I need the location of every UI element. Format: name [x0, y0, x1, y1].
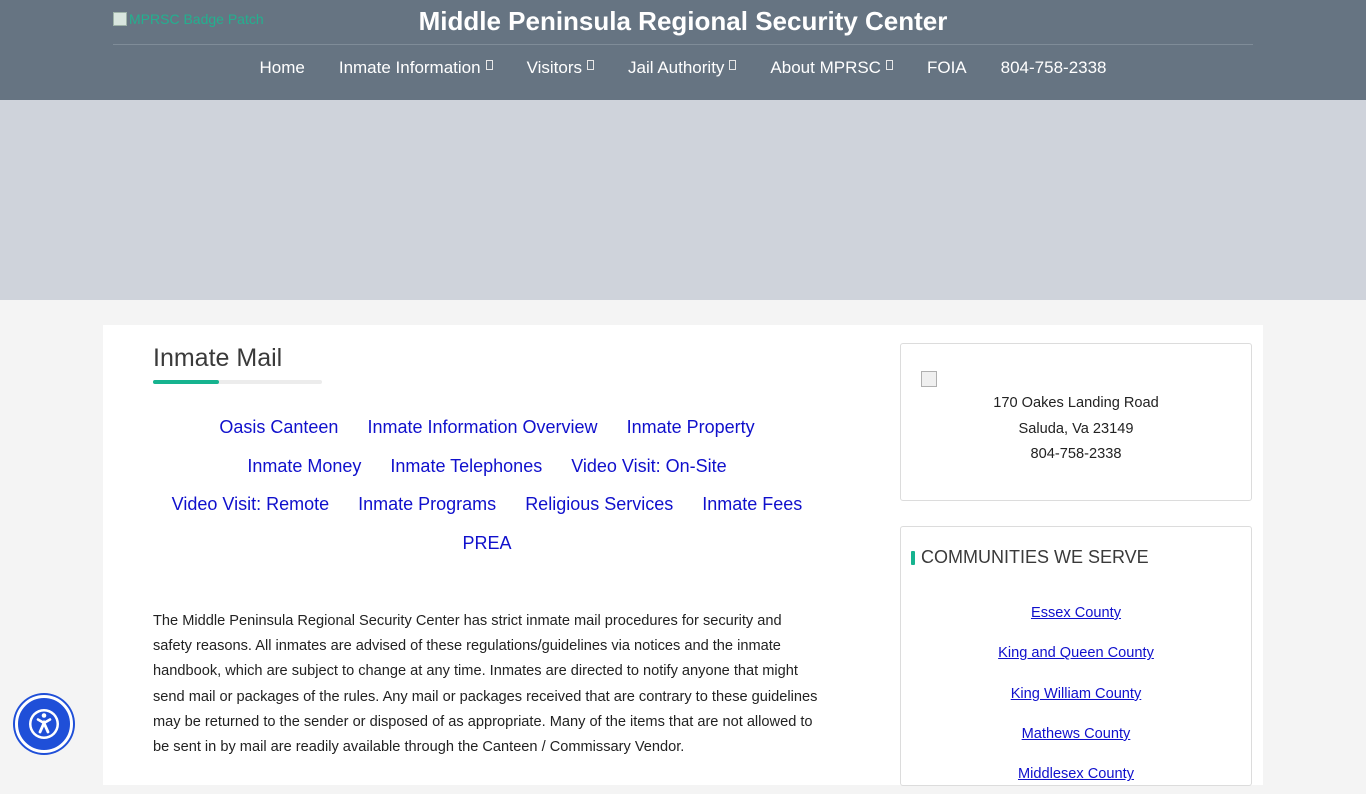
- nav-label: Jail Authority: [628, 58, 725, 77]
- hero-banner: [0, 100, 1366, 300]
- main-nav: Home Inmate Information Visitors Jail Au…: [0, 56, 1366, 80]
- section-links: Oasis Canteen Inmate Information Overvie…: [153, 408, 821, 562]
- nav-label: 804-758-2338: [1000, 58, 1107, 77]
- link-inmate-information-overview[interactable]: Inmate Information Overview: [367, 417, 597, 437]
- address-card: 170 Oakes Landing Road Saluda, Va 23149 …: [900, 343, 1252, 501]
- page-title: Inmate Mail: [153, 344, 283, 372]
- communities-heading-text: COMMUNITIES WE SERVE: [921, 547, 1149, 567]
- link-inmate-property[interactable]: Inmate Property: [627, 417, 755, 437]
- link-inmate-telephones[interactable]: Inmate Telephones: [390, 456, 542, 476]
- dropdown-icon: [587, 60, 595, 70]
- link-inmate-fees[interactable]: Inmate Fees: [702, 494, 802, 514]
- communities-heading: COMMUNITIES WE SERVE: [911, 547, 1149, 568]
- dropdown-icon: [885, 60, 893, 70]
- link-inmate-programs[interactable]: Inmate Programs: [358, 494, 496, 514]
- link-inmate-money[interactable]: Inmate Money: [247, 456, 361, 476]
- accessibility-button[interactable]: [15, 695, 73, 753]
- accessibility-icon: [29, 709, 59, 739]
- mail-policy-text: The Middle Peninsula Regional Security C…: [153, 613, 818, 756]
- nav-label: FOIA: [926, 58, 967, 77]
- address-block: 170 Oakes Landing Road Saluda, Va 23149 …: [901, 391, 1251, 468]
- community-link-king-william[interactable]: King William County: [901, 674, 1251, 714]
- dropdown-icon: [485, 60, 493, 70]
- nav-item-about[interactable]: About MPRSC: [770, 56, 893, 80]
- site-title: Middle Peninsula Regional Security Cente…: [418, 6, 948, 36]
- nav-label: Visitors: [526, 58, 583, 77]
- dropdown-icon: [729, 60, 737, 70]
- nav-label: Home: [259, 58, 305, 77]
- community-link-mathews[interactable]: Mathews County: [901, 714, 1251, 754]
- link-video-visit-remote[interactable]: Video Visit: Remote: [172, 494, 329, 514]
- site-header: MPRSC Badge Patch Middle Peninsula Regio…: [0, 0, 1366, 100]
- broken-image-icon: [921, 371, 937, 387]
- link-video-visit-onsite[interactable]: Video Visit: On-Site: [571, 456, 726, 476]
- nav-item-inmate-information[interactable]: Inmate Information: [339, 56, 493, 80]
- link-prea[interactable]: PREA: [462, 533, 511, 553]
- address-phone: 804-758-2338: [1030, 446, 1122, 462]
- link-oasis-canteen[interactable]: Oasis Canteen: [219, 417, 338, 437]
- title-underline-accent: [153, 380, 219, 384]
- nav-item-phone[interactable]: 804-758-2338: [1001, 56, 1107, 80]
- community-link-middlesex[interactable]: Middlesex County: [901, 754, 1251, 794]
- nav-item-home[interactable]: Home: [259, 56, 304, 80]
- nav-label: Inmate Information: [338, 58, 481, 77]
- nav-item-visitors[interactable]: Visitors: [526, 56, 595, 80]
- header-divider: [113, 44, 1253, 45]
- nav-item-jail-authority[interactable]: Jail Authority: [628, 56, 737, 80]
- nav-label: About MPRSC: [770, 58, 881, 77]
- community-link-king-and-queen[interactable]: King and Queen County: [901, 633, 1251, 673]
- address-street: 170 Oakes Landing Road: [993, 395, 1159, 411]
- link-religious-services[interactable]: Religious Services: [525, 494, 673, 514]
- nav-item-foia[interactable]: FOIA: [927, 56, 967, 80]
- communities-card: COMMUNITIES WE SERVE Essex County King a…: [900, 526, 1252, 786]
- communities-list: Essex County King and Queen County King …: [901, 593, 1251, 794]
- address-city: Saluda, Va 23149: [1018, 420, 1134, 437]
- community-link-essex[interactable]: Essex County: [901, 593, 1251, 633]
- heading-accent-bar: [911, 550, 915, 565]
